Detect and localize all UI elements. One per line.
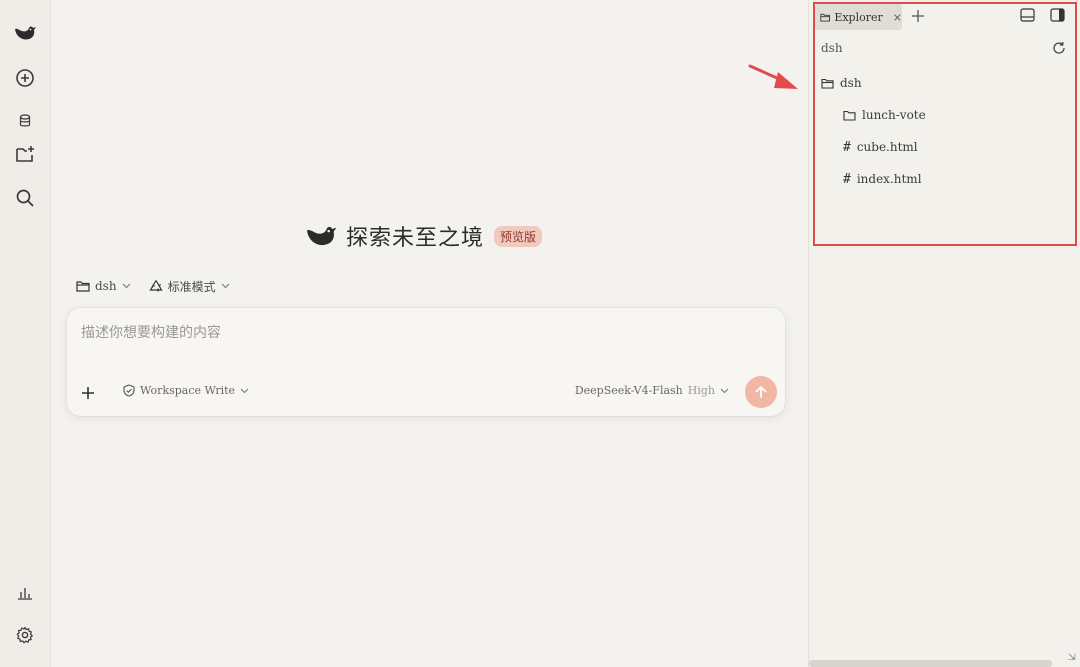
file-hash-icon: #: [843, 171, 851, 187]
mode-selector-label: 标准模式: [167, 279, 216, 294]
folder-icon: [843, 110, 856, 121]
tree-item-folder[interactable]: dsh: [821, 72, 862, 94]
search-icon: [16, 189, 34, 207]
preview-badge: 预览版: [494, 225, 543, 247]
tab-label: Explorer: [834, 10, 883, 24]
hero-title: 探索未至之境: [346, 226, 485, 251]
tree-item-file[interactable]: # cube.html: [843, 136, 918, 158]
settings-button[interactable]: [12, 622, 38, 648]
toggle-side-panel-icon[interactable]: [1050, 8, 1065, 22]
close-icon[interactable]: ×: [893, 11, 902, 24]
toggle-bottom-panel-icon[interactable]: [1020, 8, 1035, 22]
context-row: dsh 标准模式: [76, 276, 230, 296]
recycle-icon: [149, 280, 163, 292]
explorer-panel: Explorer × dsh dsh lunch-vote # cube.htm…: [808, 0, 1080, 667]
chevron-down-icon: [720, 388, 729, 393]
effort-level: High: [687, 384, 715, 397]
tab-explorer[interactable]: Explorer ×: [815, 4, 902, 30]
new-project-button[interactable]: [12, 141, 38, 167]
plus-circle-icon: [16, 69, 34, 87]
database-button[interactable]: [12, 108, 38, 134]
folder-open-icon: [820, 13, 830, 22]
add-tab-icon[interactable]: [910, 8, 926, 24]
resize-grip-icon[interactable]: ⇲: [1068, 652, 1076, 663]
prompt-input[interactable]: [81, 320, 761, 346]
logo[interactable]: [12, 20, 38, 46]
mode-selector[interactable]: 标准模式: [149, 278, 230, 295]
tree-item-label: lunch-vote: [862, 108, 926, 122]
folder-plus-icon: [16, 146, 34, 162]
main-area: 探索未至之境 预览版 dsh 标准模式 描述你想要构建的内容 Workspace…: [52, 0, 808, 667]
bar-chart-icon: [18, 588, 32, 600]
tree-item-folder[interactable]: lunch-vote: [843, 104, 926, 126]
gear-icon: [16, 626, 33, 644]
database-icon: [19, 114, 31, 127]
folder-open-icon: [821, 78, 834, 89]
folder-selector[interactable]: dsh: [76, 279, 131, 293]
horizontal-scrollbar[interactable]: [809, 660, 1052, 667]
file-hash-icon: #: [843, 139, 851, 155]
tree-item-label: index.html: [856, 172, 922, 186]
sidebar: [0, 0, 51, 667]
current-path: dsh: [821, 41, 843, 55]
composer-toolbar: Workspace Write DeepSeek-V4-Flash High: [67, 376, 785, 408]
model-name: DeepSeek-V4-Flash: [574, 384, 683, 397]
hero: 探索未至之境 预览版: [304, 218, 543, 254]
chevron-down-icon: [221, 283, 229, 289]
new-chat-button[interactable]: [12, 65, 38, 91]
permission-label: Workspace Write: [140, 384, 236, 397]
stats-button[interactable]: [12, 580, 38, 606]
whale-icon: [15, 26, 36, 40]
folder-selector-label: dsh: [95, 279, 117, 293]
tree-item-file[interactable]: # index.html: [843, 168, 922, 190]
folder-icon: [76, 281, 90, 292]
refresh-icon[interactable]: [1052, 41, 1066, 55]
shield-icon: [123, 384, 135, 397]
chevron-down-icon: [240, 388, 249, 393]
model-selector[interactable]: DeepSeek-V4-Flash High: [575, 384, 729, 397]
composer: Workspace Write DeepSeek-V4-Flash High: [67, 308, 785, 416]
chevron-down-icon: [122, 283, 130, 289]
tree-item-label: dsh: [840, 76, 862, 90]
permission-selector[interactable]: Workspace Write: [123, 384, 249, 397]
tree-item-label: cube.html: [856, 140, 918, 154]
send-button[interactable]: [745, 376, 777, 408]
attach-plus-icon[interactable]: [80, 385, 96, 401]
arrow-up-icon: [755, 386, 767, 398]
search-button[interactable]: [12, 185, 38, 211]
whale-icon: [307, 226, 337, 246]
